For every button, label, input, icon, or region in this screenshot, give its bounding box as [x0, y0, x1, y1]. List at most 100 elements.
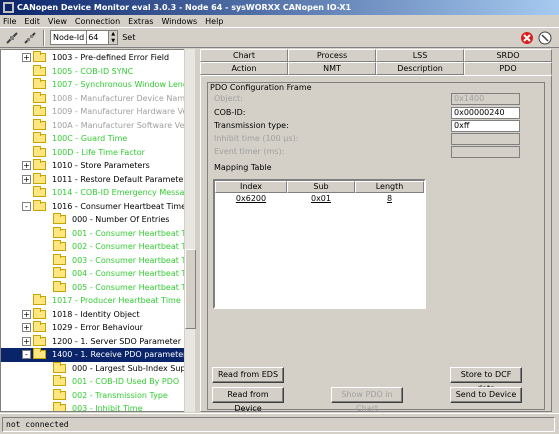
collapse-icon[interactable]: - — [22, 350, 31, 360]
folder-icon — [33, 186, 46, 198]
cobid-field[interactable]: 0x00000240 — [451, 107, 520, 119]
set-nodeid-button[interactable]: Set — [122, 33, 135, 42]
app-icon — [3, 2, 14, 13]
tree-node[interactable]: 100D - Life Time Factor — [1, 145, 185, 160]
folder-icon — [33, 199, 46, 211]
tree-node[interactable]: 1009 - Manufacturer Hardware Versi — [1, 105, 185, 119]
menu-edit[interactable]: Edit — [24, 17, 40, 26]
tree-node[interactable]: 1008 - Manufacturer Device Name — [1, 91, 185, 106]
tree-node[interactable]: 004 - Consumer Heartbeat Time — [1, 267, 185, 281]
help-button[interactable] — [537, 30, 553, 46]
tree-node[interactable]: +1011 - Restore Default Parameters — [1, 172, 185, 187]
tab-nmt[interactable]: NMT — [288, 62, 376, 75]
tab-pdo[interactable]: PDO — [464, 62, 552, 75]
toolbar-right — [519, 30, 555, 46]
menu-view[interactable]: View — [48, 17, 67, 26]
tree-scrollbar[interactable] — [184, 49, 196, 412]
tree-node[interactable]: 1014 - COB-ID Emergency Message — [1, 186, 185, 200]
tree-node[interactable]: 003 - Inhibit Time — [1, 402, 185, 411]
toolbar: Node-Id ▲ ▼ Set — [0, 27, 559, 48]
store-to-dcf-button[interactable]: Store to DCF data — [450, 367, 522, 393]
expand-icon[interactable]: + — [22, 323, 31, 333]
read-from-eds-button[interactable]: Read from EDS — [212, 367, 284, 383]
expand-icon[interactable]: + — [22, 336, 31, 346]
mapping-header-sub[interactable]: Sub — [287, 181, 355, 193]
window-title: CANopen Device Monitor eval 3.0.3 - Node… — [17, 3, 352, 12]
folder-icon — [53, 267, 66, 279]
tree-node[interactable]: 002 - Transmission Type — [1, 388, 185, 403]
disconnect-button[interactable] — [22, 30, 38, 46]
menu-file[interactable]: File — [3, 17, 16, 26]
tree-node[interactable]: +1010 - Store Parameters — [1, 159, 185, 173]
tab-process[interactable]: Process — [288, 49, 376, 62]
tab-description[interactable]: Description — [376, 62, 464, 75]
tree-node[interactable]: 1005 - COB-ID SYNC — [1, 64, 185, 79]
spin-down-icon[interactable]: ▼ — [109, 38, 117, 45]
mapping-header-index[interactable]: Index — [215, 181, 287, 193]
tree-node-label: 100C - Guard Time — [52, 134, 128, 144]
nodeid-spinner[interactable]: ▲ ▼ — [108, 31, 118, 45]
tree-node-label: 000 - Largest Sub-Index Suppor — [72, 363, 185, 373]
mapping-cell-index[interactable]: 0x6200 — [215, 194, 287, 204]
expand-icon[interactable]: + — [22, 53, 31, 63]
tree-node[interactable]: 000 - Largest Sub-Index Suppor — [1, 361, 185, 376]
mapping-cell-sub[interactable]: 0x01 — [287, 194, 355, 204]
show-pdo-in-chart-button: Show PDO in Chart — [331, 387, 403, 413]
tree-node[interactable]: 002 - Consumer Heartbeat Time — [1, 240, 185, 254]
tree-node-label: 100A - Manufacturer Software Versic — [52, 120, 185, 130]
tree-node[interactable]: +1018 - Identity Object — [1, 307, 185, 322]
event-timer-label: Event timer (ms): — [214, 147, 285, 156]
tree-node[interactable]: 1017 - Producer Heartbeat Time — [1, 294, 185, 308]
tree-node[interactable]: 000 - Number Of Entries — [1, 213, 185, 227]
expand-icon[interactable]: + — [22, 309, 31, 319]
send-to-device-button[interactable]: Send to Device — [450, 387, 522, 403]
status-bar: not connected — [0, 413, 559, 434]
tree-node[interactable]: +1029 - Error Behaviour — [1, 321, 185, 335]
folder-icon — [53, 375, 66, 387]
collapse-icon[interactable]: - — [22, 201, 31, 211]
transmission-type-field[interactable]: 0xff — [451, 120, 520, 132]
tree-node-label: 1003 - Pre-defined Error Field — [52, 53, 170, 63]
read-from-device-button[interactable]: Read from Device — [212, 387, 284, 413]
folder-icon — [53, 253, 66, 265]
tab-lss[interactable]: LSS — [376, 49, 464, 62]
tree-node[interactable]: 001 - COB-ID Used By PDO — [1, 375, 185, 389]
tree-node[interactable]: 005 - Consumer Heartbeat Time — [1, 280, 185, 295]
tab-srdo[interactable]: SRDO — [464, 49, 552, 62]
menu-connection[interactable]: Connection — [75, 17, 120, 26]
tree-node[interactable]: - 1016 - Consumer Heartbeat Time — [1, 199, 185, 214]
folder-icon — [53, 240, 66, 252]
tree-node-label: 1009 - Manufacturer Hardware Versi — [52, 107, 185, 117]
tree-node-label: 1018 - Identity Object — [52, 309, 140, 319]
tree-node[interactable]: 001 - Consumer Heartbeat Time — [1, 226, 185, 241]
tab-action[interactable]: Action — [200, 62, 288, 75]
folder-icon — [53, 213, 66, 225]
connect-button[interactable] — [4, 30, 20, 46]
plug-connect-icon — [6, 31, 18, 44]
menu-windows[interactable]: Windows — [161, 17, 197, 26]
mapping-cell-length[interactable]: 8 — [355, 194, 424, 204]
expand-icon[interactable]: + — [22, 161, 31, 171]
mapping-table[interactable]: Index Sub Length 0x6200 0x01 8 — [213, 179, 426, 309]
tree-node[interactable]: +1003 - Pre-defined Error Field — [1, 51, 185, 65]
mapping-header-length[interactable]: Length — [355, 181, 424, 193]
folder-icon — [33, 118, 46, 130]
tree-node[interactable]: 003 - Consumer Heartbeat Time — [1, 253, 185, 268]
expand-icon[interactable]: + — [22, 174, 31, 184]
scrollbar-thumb[interactable] — [185, 249, 196, 329]
menu-extras[interactable]: Extras — [128, 17, 153, 26]
folder-icon — [53, 361, 66, 373]
tree-node[interactable]: 100A - Manufacturer Software Versic — [1, 118, 185, 133]
tree-node[interactable]: 100C - Guard Time — [1, 132, 185, 146]
tree-node-label: 1010 - Store Parameters — [52, 161, 150, 171]
menu-help[interactable]: Help — [205, 17, 223, 26]
tree-node[interactable]: - 1400 - 1. Receive PDO parameter — [1, 348, 185, 362]
folder-icon — [33, 64, 46, 76]
tree-node-label: 1029 - Error Behaviour — [52, 323, 143, 333]
tab-chart[interactable]: Chart — [200, 49, 288, 62]
nodeid-input[interactable] — [86, 31, 109, 44]
stop-button[interactable] — [519, 30, 535, 46]
tree-node[interactable]: 1007 - Synchronous Window Length — [1, 78, 185, 92]
object-tree[interactable]: +1003 - Pre-defined Error Field 1005 - CO… — [0, 49, 195, 412]
tree-node[interactable]: +1200 - 1. Server SDO Parameter — [1, 334, 185, 349]
